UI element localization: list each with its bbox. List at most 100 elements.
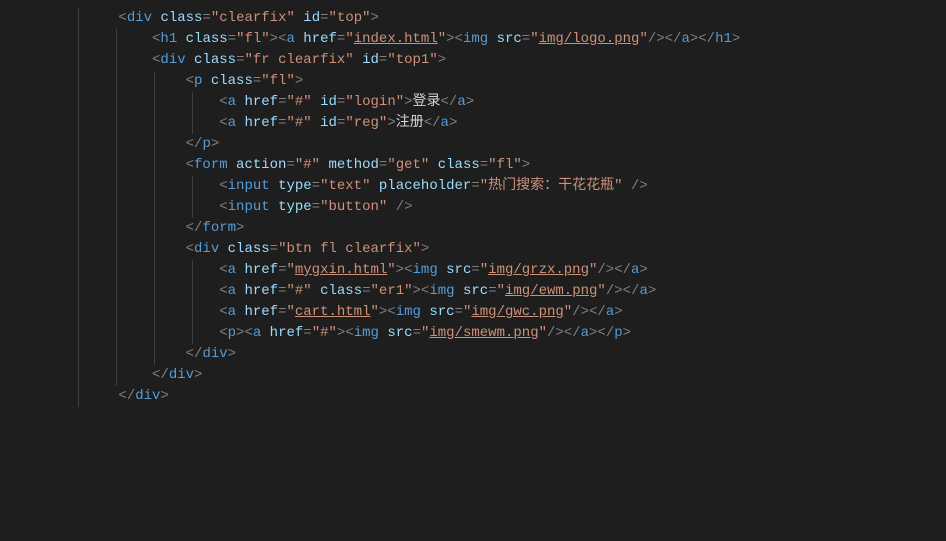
code-line[interactable]: <a href="#" class="er1"><img src="img/ew…: [68, 281, 740, 302]
token-tagname: form: [202, 220, 236, 236]
token-txt: [387, 199, 395, 215]
indent-guide: [116, 239, 117, 260]
token-tag: /></: [648, 31, 682, 47]
token-tag: >: [639, 262, 647, 278]
indent-space: [68, 220, 186, 236]
token-tag: =: [471, 262, 479, 278]
code-line[interactable]: <form action="#" method="get" class="fl"…: [68, 155, 740, 176]
token-attrval: ": [387, 262, 395, 278]
indent-guide: [116, 71, 117, 92]
code-line[interactable]: <a href="#" id="login">登录</a>: [68, 92, 740, 113]
token-attrvalU: cart.html: [295, 304, 371, 320]
indent-space: [68, 94, 219, 110]
token-tag: </: [186, 220, 203, 236]
token-attrname: class: [228, 241, 270, 257]
code-line[interactable]: <input type="text" placeholder="热门搜索：干花花…: [68, 176, 740, 197]
indent-guide: [154, 260, 155, 281]
indent-guide: [192, 113, 193, 134]
token-tag: =: [270, 241, 278, 257]
code-line[interactable]: <h1 class="fl"><a href="index.html"><img…: [68, 29, 740, 50]
code-editor[interactable]: <div class="clearfix" id="top"> <h1 clas…: [0, 0, 946, 541]
token-tag: ><: [446, 31, 463, 47]
indent-guide: [116, 50, 117, 71]
indent-guide: [116, 281, 117, 302]
code-line[interactable]: <a href="cart.html"><img src="img/gwc.pn…: [68, 302, 740, 323]
token-tagname: a: [228, 262, 236, 278]
token-tag: <: [186, 157, 194, 173]
indent-space: [68, 31, 152, 47]
token-tag: >: [211, 136, 219, 152]
indent-space: [68, 52, 152, 68]
token-tag: =: [480, 157, 488, 173]
token-tagname: img: [413, 262, 438, 278]
token-tag: ><: [236, 325, 253, 341]
token-tag: </: [186, 136, 203, 152]
token-tag: <: [219, 94, 227, 110]
token-attrname: src: [497, 31, 522, 47]
indent-space: [68, 346, 186, 362]
indent-guide: [78, 302, 79, 323]
indent-guide: [116, 197, 117, 218]
token-attrval: "button": [320, 199, 387, 215]
token-attrname: src: [429, 304, 454, 320]
indent-guide: [154, 134, 155, 155]
indent-space: [68, 388, 118, 404]
token-attrval: "clearfix": [211, 10, 295, 26]
token-tag: <: [118, 10, 126, 26]
indent-space: [68, 367, 152, 383]
code-line[interactable]: <div class="btn fl clearfix">: [68, 239, 740, 260]
code-line[interactable]: </p>: [68, 134, 740, 155]
token-txt: [202, 73, 210, 89]
code-line[interactable]: <p><a href="#"><img src="img/smewm.png"/…: [68, 323, 740, 344]
indent-guide: [116, 92, 117, 113]
indent-guide: [154, 197, 155, 218]
token-tag: </: [441, 94, 458, 110]
indent-guide: [154, 113, 155, 134]
token-attrval: ": [480, 262, 488, 278]
token-attrvalU: index.html: [354, 31, 438, 47]
token-tag: >: [732, 31, 740, 47]
indent-guide: [78, 218, 79, 239]
token-attrval: "热门搜索：干花花瓶": [480, 178, 623, 194]
code-line[interactable]: <p class="fl">: [68, 71, 740, 92]
indent-guide: [154, 155, 155, 176]
token-attrname: href: [244, 283, 278, 299]
token-txt: [312, 115, 320, 131]
token-txt: [455, 283, 463, 299]
token-attrval: "fl": [488, 157, 522, 173]
token-attrname: href: [244, 94, 278, 110]
code-line[interactable]: </div>: [68, 344, 740, 365]
token-tag: =: [253, 73, 261, 89]
indent-guide: [116, 29, 117, 50]
indent-guide: [154, 239, 155, 260]
token-tagname: a: [228, 283, 236, 299]
indent-guide: [116, 344, 117, 365]
token-attrval: ": [597, 283, 605, 299]
code-line[interactable]: <div class="fr clearfix" id="top1">: [68, 50, 740, 71]
token-attrval: ": [639, 31, 647, 47]
token-tagname: a: [286, 31, 294, 47]
token-tagname: a: [639, 283, 647, 299]
token-tagname: img: [463, 31, 488, 47]
token-tagname: img: [429, 283, 454, 299]
code-line[interactable]: </div>: [68, 365, 740, 386]
token-tag: =: [312, 178, 320, 194]
token-attrname: href: [303, 31, 337, 47]
line-gutter: [0, 0, 48, 541]
indent-space: [68, 262, 219, 278]
code-line[interactable]: <a href="#" id="reg">注册</a>: [68, 113, 740, 134]
indent-space: [68, 10, 118, 26]
code-area[interactable]: <div class="clearfix" id="top"> <h1 clas…: [48, 0, 740, 541]
code-line[interactable]: <div class="clearfix" id="top">: [68, 8, 740, 29]
token-txt: [371, 178, 379, 194]
indent-guide: [116, 260, 117, 281]
code-line[interactable]: <input type="button" />: [68, 197, 740, 218]
token-tagname: a: [441, 115, 449, 131]
token-tag: =: [413, 325, 421, 341]
code-line[interactable]: <a href="mygxin.html"><img src="img/grzx…: [68, 260, 740, 281]
token-txt: [270, 178, 278, 194]
code-line[interactable]: </div>: [68, 386, 740, 407]
code-line[interactable]: </form>: [68, 218, 740, 239]
token-attrname: id: [320, 94, 337, 110]
indent-guide: [192, 92, 193, 113]
